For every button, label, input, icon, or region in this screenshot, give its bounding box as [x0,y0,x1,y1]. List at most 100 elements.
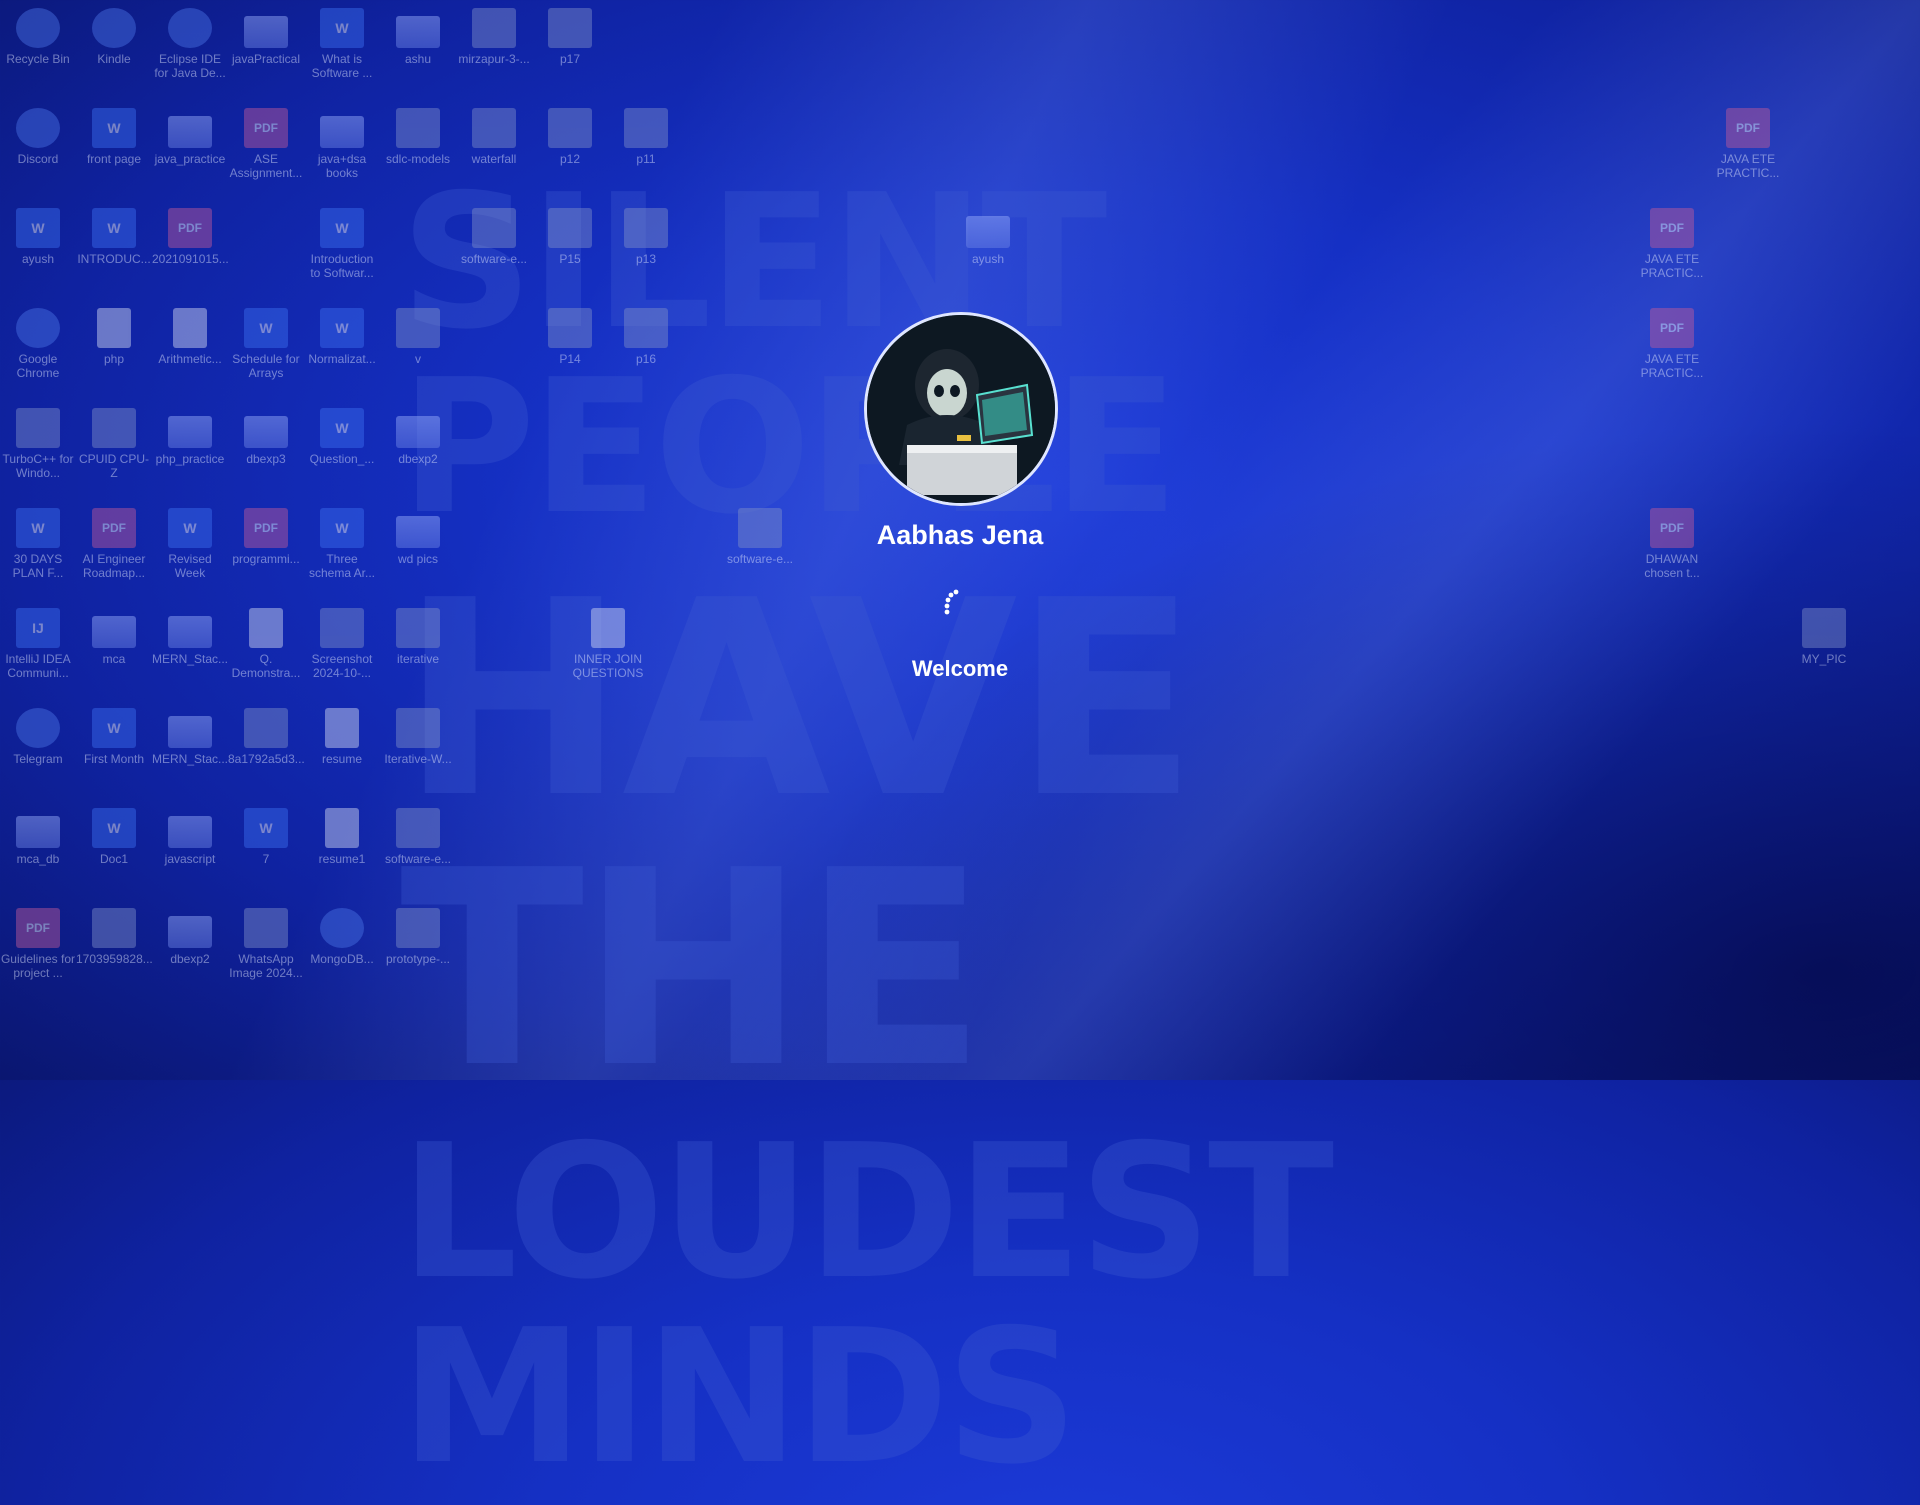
pdf-icon: PDF [92,508,136,548]
desktop-icon[interactable]: PDF JAVA ETE PRACTIC... [1634,208,1710,280]
desktop-icon-label: Eclipse IDE for Java De... [154,52,226,80]
desktop-icon[interactable]: prototype-... [380,908,456,966]
desktop-icon[interactable]: java+dsa books [304,108,380,180]
desktop-icon[interactable]: W Question_... [304,408,380,466]
pdf-icon: PDF [1726,108,1770,148]
desktop-icon[interactable]: PDF JAVA ETE PRACTIC... [1634,308,1710,380]
desktop-icon[interactable]: W What is Software ... [304,8,380,80]
desktop-icon[interactable]: TurboC++ for Windo... [0,408,76,480]
desktop-icon-label: Doc1 [99,852,128,866]
image-icon [548,208,592,248]
desktop-icon[interactable]: mca [76,608,152,666]
desktop-icon[interactable]: java_practice [152,108,228,166]
desktop-icon[interactable]: p11 [608,108,684,166]
desktop-icon[interactable]: MongoDB... [304,908,380,966]
desktop-icon[interactable]: Kindle [76,8,152,66]
desktop-icon[interactable]: software-e... [456,208,532,266]
desktop-icon[interactable]: p13 [608,208,684,266]
desktop-icon-label: MongoDB... [310,952,374,966]
desktop-icon[interactable]: dbexp2 [152,908,228,966]
desktop-icon[interactable]: Wayush [0,208,76,266]
desktop-icon[interactable]: mca_db [0,808,76,866]
desktop-icon[interactable]: mirzapur-3-... [456,8,532,66]
desktop-icon[interactable]: javascript [152,808,228,866]
desktop-icon[interactable]: P14 [532,308,608,366]
desktop-icon[interactable]: W Revised Week [152,508,228,580]
desktop-icon-label: Introduction to Softwar... [310,252,374,280]
desktop-icon[interactable]: W 30 DAYS PLAN F... [0,508,76,580]
desktop-icon[interactable]: P15 [532,208,608,266]
desktop-icon[interactable]: dbexp2 [380,408,456,466]
desktop-icon[interactable]: v [380,308,456,366]
desktop-icon[interactable]: Recycle Bin [0,8,76,66]
desktop-icon[interactable]: Eclipse IDE for Java De... [152,8,228,80]
desktop-icon[interactable]: INNER JOIN QUESTIONS [570,608,646,680]
desktop-icon[interactable]: resume [304,708,380,766]
desktop-icon[interactable]: MERN_Stac... [152,708,228,766]
desktop-icon[interactable]: PDF 2021091015... [152,208,228,266]
desktop-icon[interactable]: 1703959828... [76,908,152,966]
desktop-icon[interactable]: Arithmetic... [152,308,228,366]
desktop-icon-label: mca [102,652,126,666]
desktop-icon[interactable]: PDF Guidelines for project ... [0,908,76,980]
folder-icon [168,116,212,148]
desktop-icon[interactable]: Screenshot 2024-10-... [304,608,380,680]
document-icon [249,608,283,648]
desktop-icon[interactable]: PDF programmi... [228,508,304,566]
desktop-icon[interactable]: W Doc1 [76,808,152,866]
desktop-icon[interactable]: php [76,308,152,366]
desktop-icon[interactable]: dbexp3 [228,408,304,466]
desktop-icon[interactable]: Wfront page [76,108,152,166]
desktop-icon[interactable]: waterfall [456,108,532,166]
desktop-icon-label: MERN_Stac... [152,652,228,666]
desktop-icon[interactable]: Google Chrome [0,308,76,380]
desktop-icon-label: MERN_Stac... [152,752,228,766]
desktop-icon[interactable]: Telegram [0,708,76,766]
desktop-icon[interactable]: javaPractical [228,8,304,66]
desktop-icon-label: CPUID CPU-Z [78,452,149,480]
desktop-icon[interactable]: WhatsApp Image 2024... [228,908,304,980]
desktop-icon[interactable]: PDF AI Engineer Roadmap... [76,508,152,580]
desktop-icon[interactable]: PDF ASE Assignment... [228,108,304,180]
desktop-icon[interactable]: IJ IntelliJ IDEA Communi... [0,608,76,680]
desktop-icon[interactable]: resume1 [304,808,380,866]
desktop-icon[interactable]: MERN_Stac... [152,608,228,666]
desktop-icon-label: java+dsa books [317,152,367,180]
image-icon [1802,608,1846,648]
desktop-icon[interactable]: Iterative-W... [380,708,456,766]
desktop-icon-label: First Month [83,752,144,766]
desktop-icon[interactable]: ayush [950,208,1026,266]
desktop-icon[interactable]: CPUID CPU-Z [76,408,152,480]
desktop-icon[interactable]: W Normalizat... [304,308,380,366]
desktop-icon[interactable]: software-e... [380,808,456,866]
desktop-icon[interactable]: Discord [0,108,76,166]
desktop-icon[interactable]: wd pics [380,508,456,566]
desktop-icon[interactable]: W Introduction to Softwar... [304,208,380,280]
word-icon: W [92,708,136,748]
desktop-icon[interactable]: p17 [532,8,608,66]
desktop-icon[interactable]: W Three schema Ar... [304,508,380,580]
desktop-icon[interactable]: PDF DHAWAN chosen t... [1634,508,1710,580]
desktop-icon[interactable]: W INTRODUC... [76,208,152,266]
image-icon [548,8,592,48]
desktop-icon[interactable]: W7 [228,808,304,866]
folder-icon [168,716,212,748]
desktop-icon-label: prototype-... [385,952,451,966]
desktop-icon[interactable]: MY_PIC [1786,608,1862,666]
desktop-icon[interactable]: sdlc-models [380,108,456,166]
desktop-icon[interactable]: iterative [380,608,456,666]
desktop-icon[interactable]: p16 [608,308,684,366]
folder-icon [168,416,212,448]
desktop-icon[interactable]: W Schedule for Arrays [228,308,304,380]
desktop-icon[interactable]: ashu [380,8,456,66]
desktop-icon[interactable]: PDF JAVA ETE PRACTIC... [1710,108,1786,180]
folder-icon [168,816,212,848]
document-icon [97,308,131,348]
desktop-icon-label: 7 [262,852,270,866]
desktop-icon[interactable]: p12 [532,108,608,166]
desktop-icon[interactable]: W First Month [76,708,152,766]
desktop-icon[interactable]: Q. Demonstra... [228,608,304,680]
desktop-icon[interactable]: 8a1792a5d3... [228,708,304,766]
desktop-icon[interactable]: software-e... [722,508,798,566]
desktop-icon[interactable]: php_practice [152,408,228,466]
